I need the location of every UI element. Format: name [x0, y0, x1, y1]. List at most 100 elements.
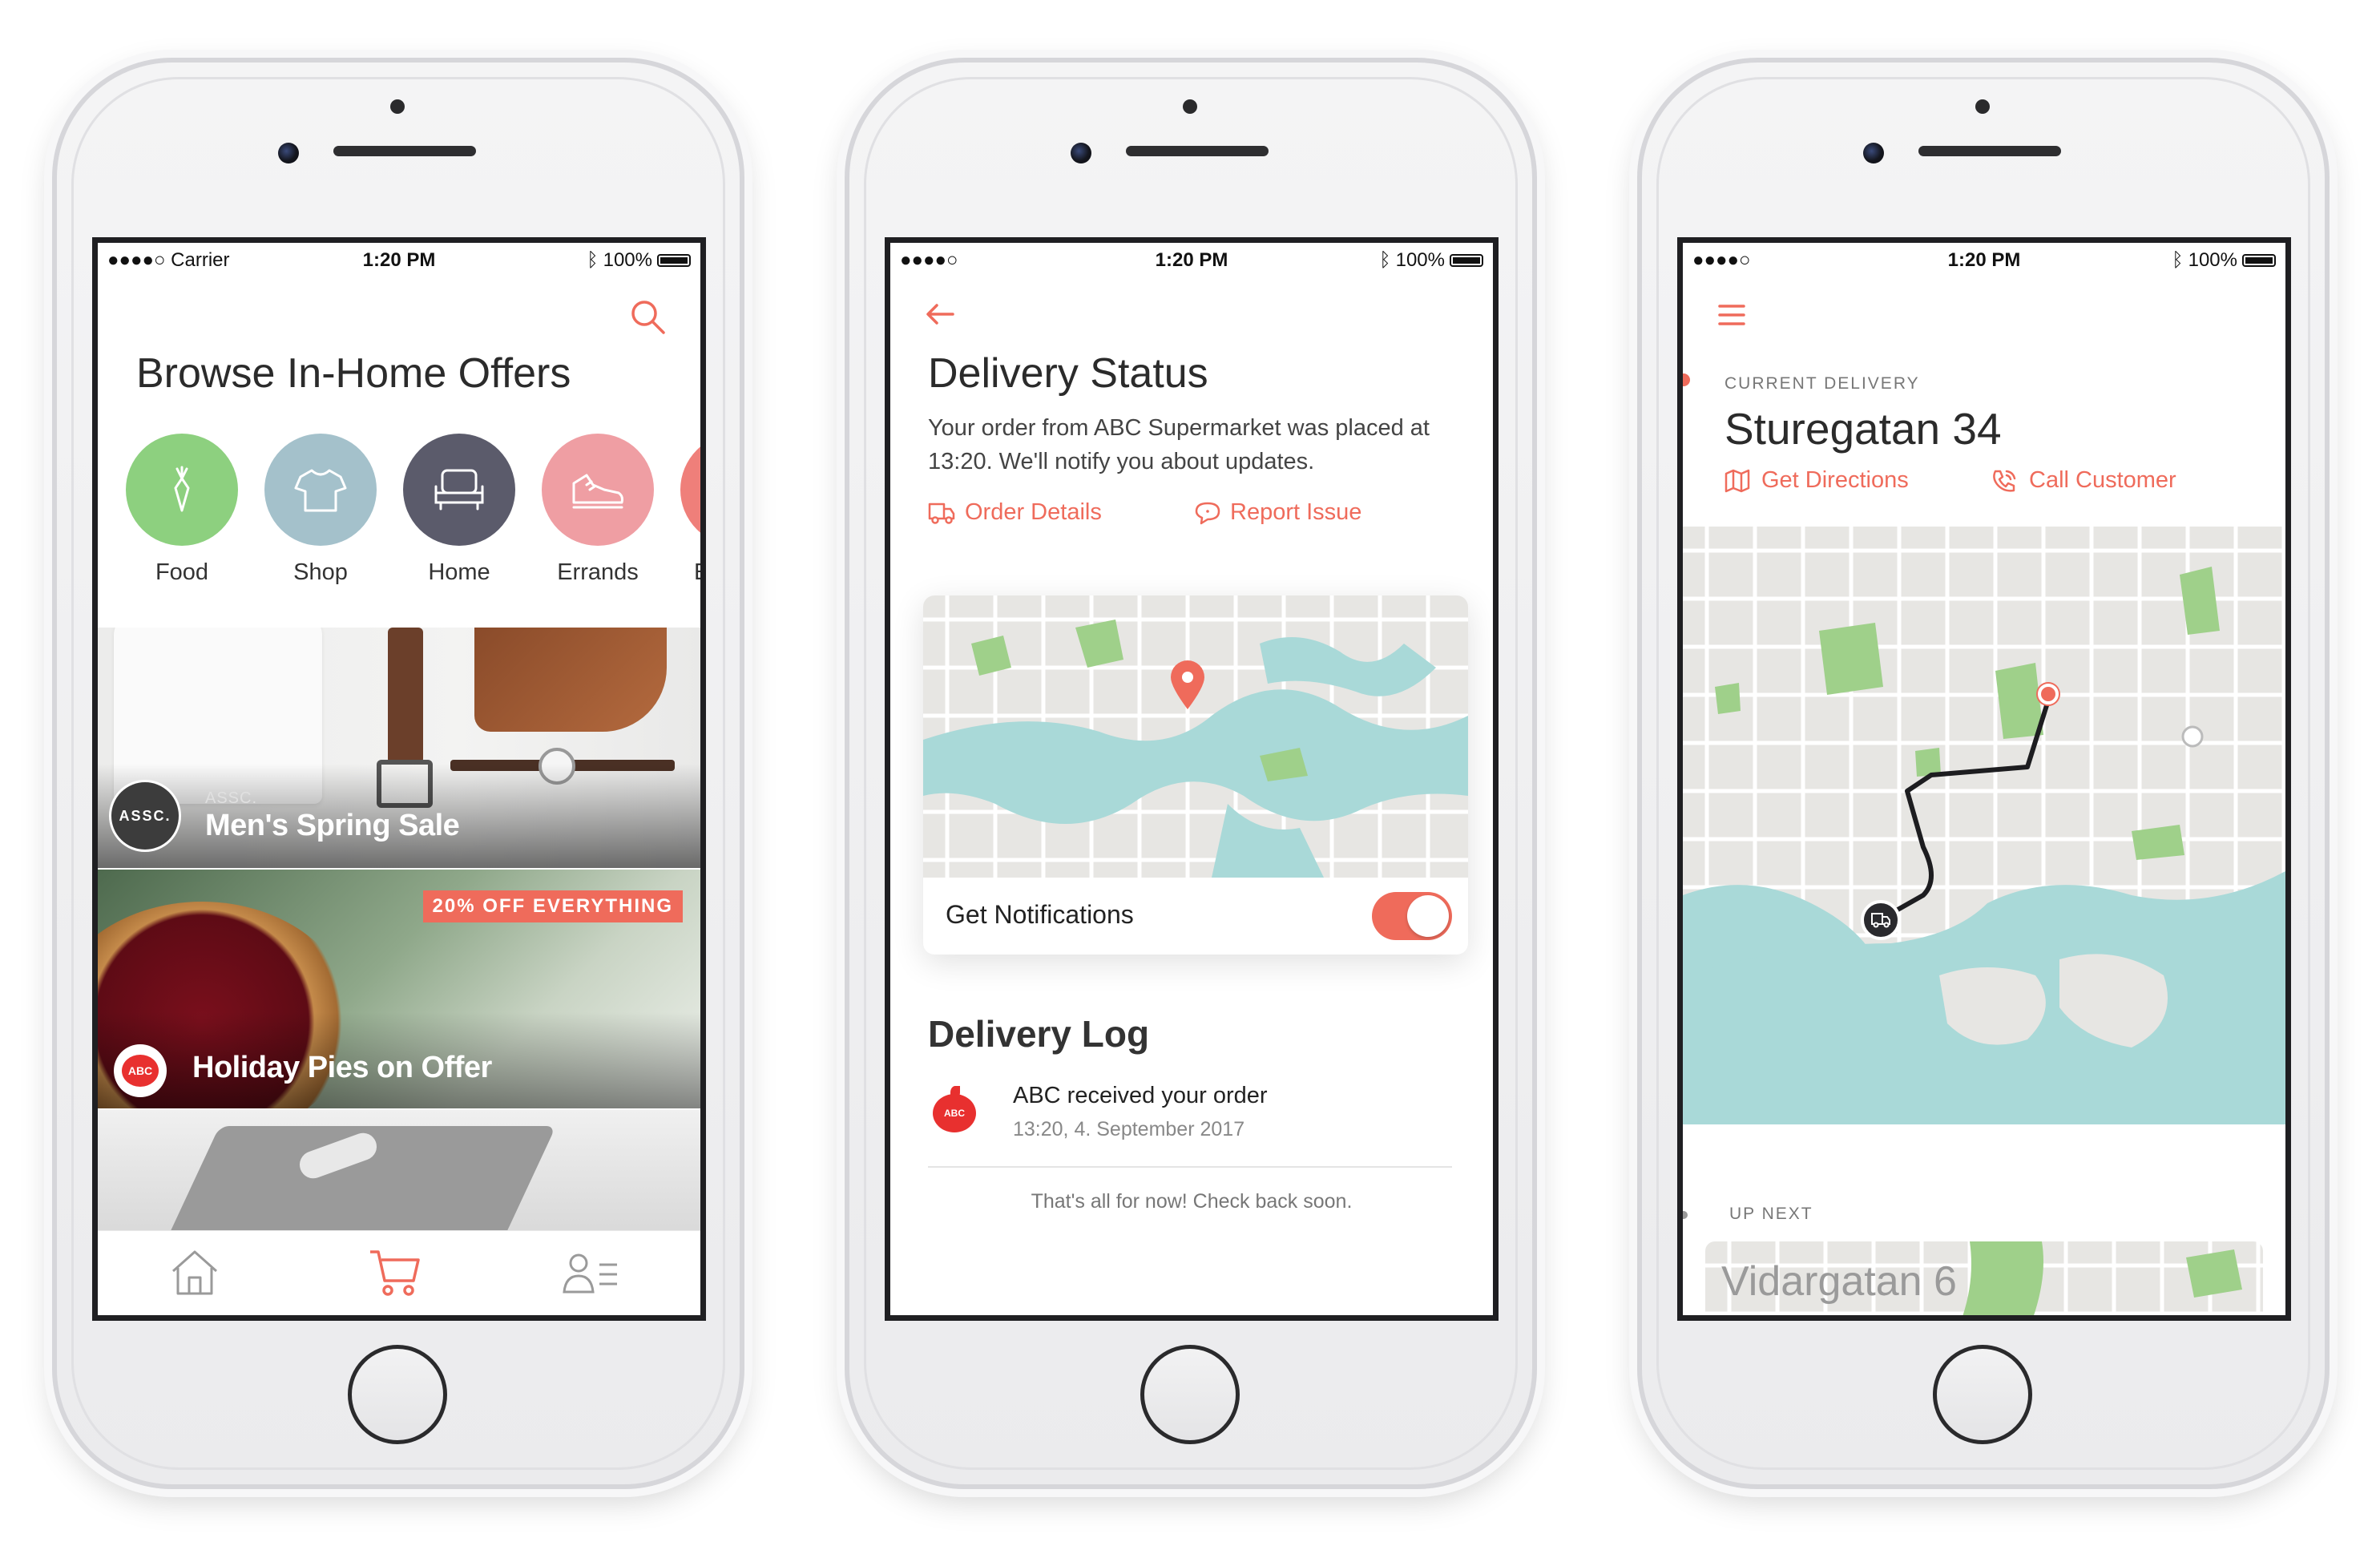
status-bar: ●●●●○ 1:20 PM ᛒ 100%: [1683, 243, 2285, 275]
notifications-label: Get Notifications: [946, 900, 1134, 929]
call-customer-label: Call Customer: [2029, 467, 2176, 493]
category-food[interactable]: [126, 434, 238, 546]
proximity-sensor: [1183, 99, 1197, 114]
battery-status: ᛒ 100%: [2172, 249, 2276, 272]
home-button[interactable]: [1140, 1345, 1240, 1444]
front-camera: [278, 143, 299, 163]
category-label: Home: [428, 559, 490, 585]
log-entry: ABC ABC received your order 13:20, 4. Se…: [928, 1081, 1449, 1153]
delivery-address: Sturegatan 34: [1724, 404, 2002, 454]
timeline-dot: [1683, 1211, 1688, 1219]
phone-delivery-status: ●●●●○ 1:20 PM ᛒ 100% Delivery Status You…: [845, 58, 1537, 1489]
timeline-dot: [1683, 371, 1692, 389]
bluetooth-icon: ᛒ: [1379, 249, 1391, 271]
status-bar: ●●●●○ 1:20 PM ᛒ 100%: [890, 243, 1493, 275]
phone-browse: ●●●●○ Carrier 1:20 PM ᛒ 100% Browse In-H…: [52, 58, 744, 1489]
category-home[interactable]: [403, 434, 515, 546]
hamburger-menu-icon[interactable]: [1718, 304, 1745, 326]
home-button[interactable]: [1933, 1345, 2032, 1444]
log-divider: [928, 1166, 1452, 1168]
browse-screen: ●●●●○ Carrier 1:20 PM ᛒ 100% Browse In-H…: [92, 237, 706, 1321]
category-shop[interactable]: [264, 434, 377, 546]
battery-status: ᛒ 100%: [1379, 249, 1483, 272]
front-camera: [1863, 143, 1884, 163]
carrot-icon: [174, 466, 190, 512]
home-icon[interactable]: [170, 1249, 220, 1297]
phone-ringing-icon: [1993, 470, 2016, 492]
home-button[interactable]: [348, 1345, 447, 1444]
courier-truck-icon: [1861, 900, 1901, 940]
earpiece-speaker: [1918, 146, 2061, 156]
boot-image: [474, 628, 667, 732]
battery-icon: [657, 254, 691, 267]
offer-title: Holiday Pies on Offer: [192, 1051, 492, 1084]
category-label: E: [694, 559, 700, 586]
offer-title: Men's Spring Sale: [205, 809, 460, 842]
section-label: CURRENT DELIVERY: [1724, 374, 1920, 393]
next-address: Vidargatan 6: [1721, 1258, 1957, 1305]
truck-icon: [1871, 913, 1890, 928]
front-camera: [1071, 143, 1091, 163]
location-pin-icon: [1171, 660, 1204, 709]
offer-card-mens-sale[interactable]: ASSC. ASSC. Men's Spring Sale: [98, 628, 700, 868]
map-icon: [1724, 469, 1750, 492]
delivery-map-card: Get Notifications: [923, 595, 1468, 955]
bluetooth-icon: ᛒ: [587, 249, 599, 271]
log-entry-title: ABC received your order: [1013, 1083, 1268, 1108]
sneaker-icon: [572, 474, 623, 509]
back-arrow-icon[interactable]: [926, 302, 954, 326]
tab-bar: [98, 1230, 700, 1315]
order-details-label: Order Details: [965, 499, 1102, 525]
notifications-toggle[interactable]: [1372, 892, 1452, 940]
call-customer-link[interactable]: Call Customer: [1991, 467, 2176, 494]
brand-name: ASSC.: [205, 789, 258, 807]
delivery-status-screen: ●●●●○ 1:20 PM ᛒ 100% Delivery Status You…: [885, 237, 1499, 1321]
earpiece-speaker: [1126, 146, 1269, 156]
log-entry-time: 13:20, 4. September 2017: [1013, 1118, 1245, 1140]
abc-logo-badge: ABC: [933, 1094, 976, 1132]
offer-card-tray[interactable]: [98, 1110, 700, 1238]
map-water: [923, 620, 1468, 878]
category-errands[interactable]: [542, 434, 654, 546]
report-issue-link[interactable]: Report Issue: [1195, 499, 1361, 526]
order-details-link[interactable]: Order Details: [928, 499, 1102, 526]
speech-bubble-icon: [1195, 502, 1220, 524]
discount-tag: 20% OFF EVERYTHING: [422, 890, 683, 922]
profile-list-icon[interactable]: [563, 1252, 619, 1295]
report-issue-label: Report Issue: [1230, 499, 1362, 525]
armchair-icon: [434, 469, 484, 511]
belt-image: [388, 628, 423, 764]
apple-logo-icon: ABC: [122, 1055, 159, 1087]
status-bar: ●●●●○ Carrier 1:20 PM ᛒ 100%: [98, 243, 700, 275]
delivery-map[interactable]: [923, 595, 1468, 878]
tshirt-icon: [294, 469, 347, 512]
up-next-label: UP NEXT: [1729, 1205, 1813, 1223]
category-label: Food: [155, 559, 209, 585]
battery-status: ᛒ 100%: [587, 249, 691, 272]
destination-pin-icon: [2038, 684, 2059, 704]
abc-logo-icon: ABC: [928, 1086, 981, 1134]
proximity-sensor: [1975, 99, 1990, 114]
delivery-log-title: Delivery Log: [928, 1013, 1150, 1055]
battery-icon: [1450, 254, 1483, 267]
abc-logo-leaf: [950, 1086, 960, 1099]
log-footer: That's all for now! Check back soon.: [1031, 1190, 1353, 1213]
battery-percent: 100%: [2188, 249, 2237, 271]
page-title: Browse In-Home Offers: [136, 350, 571, 397]
route-map[interactable]: [1683, 527, 2285, 1124]
category-label: Errands: [557, 559, 639, 585]
brand-badge: ABC: [114, 1044, 167, 1097]
cart-icon[interactable]: [369, 1247, 422, 1298]
offer-card-holiday-pies[interactable]: 20% OFF EVERYTHING ABC Holiday Pies on O…: [98, 870, 700, 1108]
get-directions-label: Get Directions: [1761, 467, 1909, 493]
order-description: Your order from ABC Supermarket was plac…: [928, 415, 1430, 474]
next-delivery-card[interactable]: Vidargatan 6: [1705, 1241, 2263, 1315]
current-delivery-screen: ●●●●○ 1:20 PM ᛒ 100% CURRENT DELIVERY St…: [1677, 237, 2291, 1321]
category-partial[interactable]: [680, 434, 700, 546]
get-directions-link[interactable]: Get Directions: [1724, 467, 1909, 494]
battery-percent: 100%: [1395, 249, 1445, 271]
page-title: Delivery Status: [928, 350, 1208, 397]
bluetooth-icon: ᛒ: [2172, 249, 2184, 271]
category-label: Shop: [293, 559, 348, 585]
search-icon[interactable]: [628, 297, 667, 336]
